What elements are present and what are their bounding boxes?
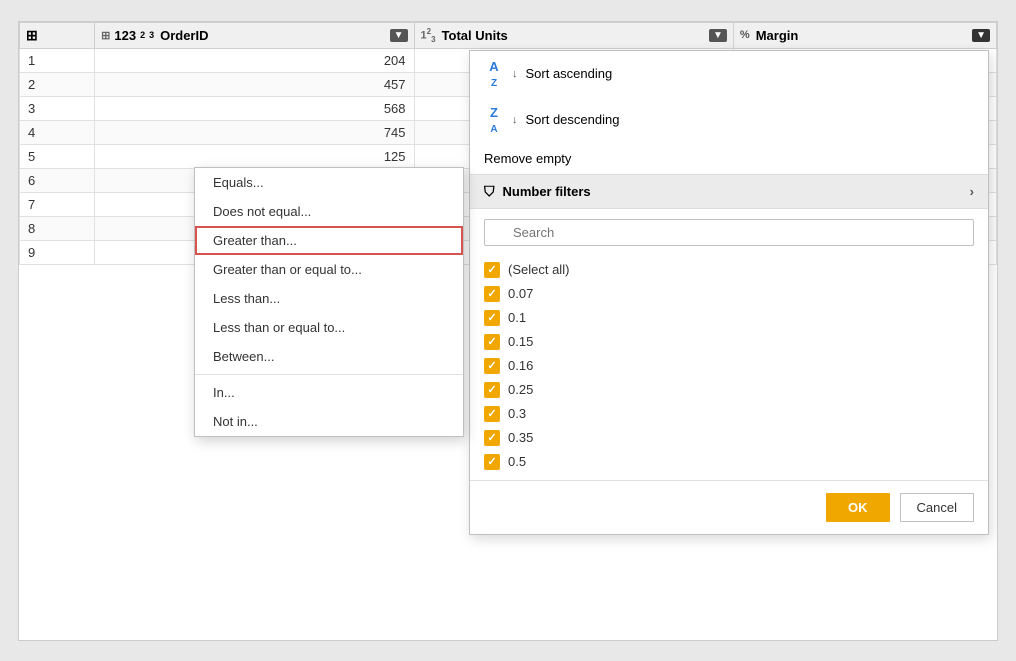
margin-type-icon: % (740, 29, 750, 41)
checkmark-icon: ✓ (487, 407, 496, 420)
filter-panel-footer: OK Cancel (470, 480, 988, 534)
menu-separator (195, 374, 463, 375)
row-num: 9 (20, 240, 95, 264)
orderid-label: OrderID (160, 28, 208, 43)
orderid-type-icon: ⊞ (101, 29, 110, 42)
sort-ascending-label: Sort ascending (526, 66, 613, 81)
checkbox-item[interactable]: ✓ 0.15 (484, 330, 974, 354)
totalunits-label: Total Units (442, 28, 508, 43)
checkbox-item[interactable]: ✓ 0.5 (484, 450, 974, 474)
cell-orderid: 457 (95, 72, 414, 96)
grid-icon: ⊞ (26, 27, 38, 44)
menu-item-not_in[interactable]: Not in... (195, 407, 463, 436)
row-num: 3 (20, 96, 95, 120)
sort-asc-arrow: ↓ (512, 68, 518, 80)
checkmark-icon: ✓ (487, 287, 496, 300)
col-header-orderid: ⊞ 123 2 3 OrderID ▼ (95, 22, 414, 48)
checkbox-item[interactable]: ✓ 0.1 (484, 306, 974, 330)
checkbox-item[interactable]: ✓ 0.35 (484, 426, 974, 450)
cell-orderid: 745 (95, 120, 414, 144)
menu-item-greater_than[interactable]: Greater than... (195, 226, 463, 255)
sort-desc-arrow: ↓ (512, 114, 518, 126)
checkmark-icon: ✓ (487, 359, 496, 372)
sort-descending-label: Sort descending (526, 112, 620, 127)
checkbox-label: 0.25 (508, 382, 533, 397)
checkbox-box: ✓ (484, 406, 500, 422)
totalunits-type-icon: 123 (421, 27, 436, 44)
row-num: 7 (20, 192, 95, 216)
row-num: 8 (20, 216, 95, 240)
checkbox-box: ✓ (484, 358, 500, 374)
filter-panel: AZ ↓ Sort ascending ZA ↓ Sort descending… (469, 50, 989, 535)
sort-desc-icon: ZA (484, 105, 504, 135)
checkbox-label: 0.07 (508, 286, 533, 301)
search-input[interactable] (484, 219, 974, 246)
row-num: 2 (20, 72, 95, 96)
checkbox-label: 0.5 (508, 454, 526, 469)
checkbox-label: (Select all) (508, 262, 569, 277)
remove-empty-label: Remove empty (484, 151, 571, 166)
margin-label: Margin (756, 28, 799, 43)
row-num: 1 (20, 48, 95, 72)
number-filters-label: Number filters (503, 184, 591, 199)
number-filters-row[interactable]: ⛉ Number filters › (470, 174, 988, 209)
checkbox-item[interactable]: ✓ 0.16 (484, 354, 974, 378)
remove-empty-row[interactable]: Remove empty (470, 143, 988, 174)
context-menu: Equals...Does not equal...Greater than..… (194, 167, 464, 437)
search-container: 🔍 (470, 209, 988, 252)
checkbox-box: ✓ (484, 310, 500, 326)
checkbox-item[interactable]: ✓ (Select all) (484, 258, 974, 282)
checkbox-item[interactable]: ✓ 0.07 (484, 282, 974, 306)
checkbox-box: ✓ (484, 430, 500, 446)
orderid-col-label: 123 (114, 28, 136, 43)
main-container: ⊞ ⊞ 123 2 3 OrderID ▼ 123 Total Units (18, 21, 998, 641)
chevron-right-icon: › (970, 184, 974, 199)
cell-orderid: 204 (95, 48, 414, 72)
sort-descending-row[interactable]: ZA ↓ Sort descending (470, 97, 988, 143)
row-num: 4 (20, 120, 95, 144)
menu-item-less_than[interactable]: Less than... (195, 284, 463, 313)
menu-item-equals[interactable]: Equals... (195, 168, 463, 197)
checkbox-box: ✓ (484, 454, 500, 470)
checkmark-icon: ✓ (487, 383, 496, 396)
menu-item-not_equal[interactable]: Does not equal... (195, 197, 463, 226)
margin-dropdown-btn[interactable]: ▼ (972, 29, 990, 42)
checkbox-label: 0.15 (508, 334, 533, 349)
checkbox-box: ✓ (484, 262, 500, 278)
cell-orderid: 568 (95, 96, 414, 120)
menu-item-less_equal[interactable]: Less than or equal to... (195, 313, 463, 342)
sort-ascending-row[interactable]: AZ ↓ Sort ascending (470, 51, 988, 97)
checkmark-icon: ✓ (487, 431, 496, 444)
checkbox-list: ✓ (Select all) ✓ 0.07 ✓ 0.1 ✓ 0.15 ✓ 0.1… (470, 252, 988, 480)
checkbox-item[interactable]: ✓ 0.25 (484, 378, 974, 402)
sort-asc-icon: AZ (484, 59, 504, 89)
totalunits-dropdown-btn[interactable]: ▼ (709, 29, 727, 42)
checkmark-icon: ✓ (487, 263, 496, 276)
ok-button[interactable]: OK (826, 493, 890, 522)
cancel-button[interactable]: Cancel (900, 493, 974, 522)
checkbox-box: ✓ (484, 382, 500, 398)
funnel-icon: ⛉ (484, 183, 495, 200)
menu-item-in[interactable]: In... (195, 378, 463, 407)
checkmark-icon: ✓ (487, 335, 496, 348)
orderid-dropdown-btn[interactable]: ▼ (390, 29, 408, 42)
menu-item-greater_equal[interactable]: Greater than or equal to... (195, 255, 463, 284)
checkmark-icon: ✓ (487, 311, 496, 324)
row-num: 5 (20, 144, 95, 168)
menu-item-between[interactable]: Between... (195, 342, 463, 371)
col-header-margin: % Margin ▼ (733, 22, 996, 48)
checkbox-label: 0.3 (508, 406, 526, 421)
row-num: 6 (20, 168, 95, 192)
checkmark-icon: ✓ (487, 455, 496, 468)
col-header-totalunits: 123 Total Units ▼ (414, 22, 733, 48)
checkbox-label: 0.16 (508, 358, 533, 373)
checkbox-box: ✓ (484, 286, 500, 302)
checkbox-box: ✓ (484, 334, 500, 350)
checkbox-label: 0.35 (508, 430, 533, 445)
checkbox-item[interactable]: ✓ 0.3 (484, 402, 974, 426)
checkbox-label: 0.1 (508, 310, 526, 325)
col-header-rownum: ⊞ (20, 22, 95, 48)
cell-orderid: 125 (95, 144, 414, 168)
